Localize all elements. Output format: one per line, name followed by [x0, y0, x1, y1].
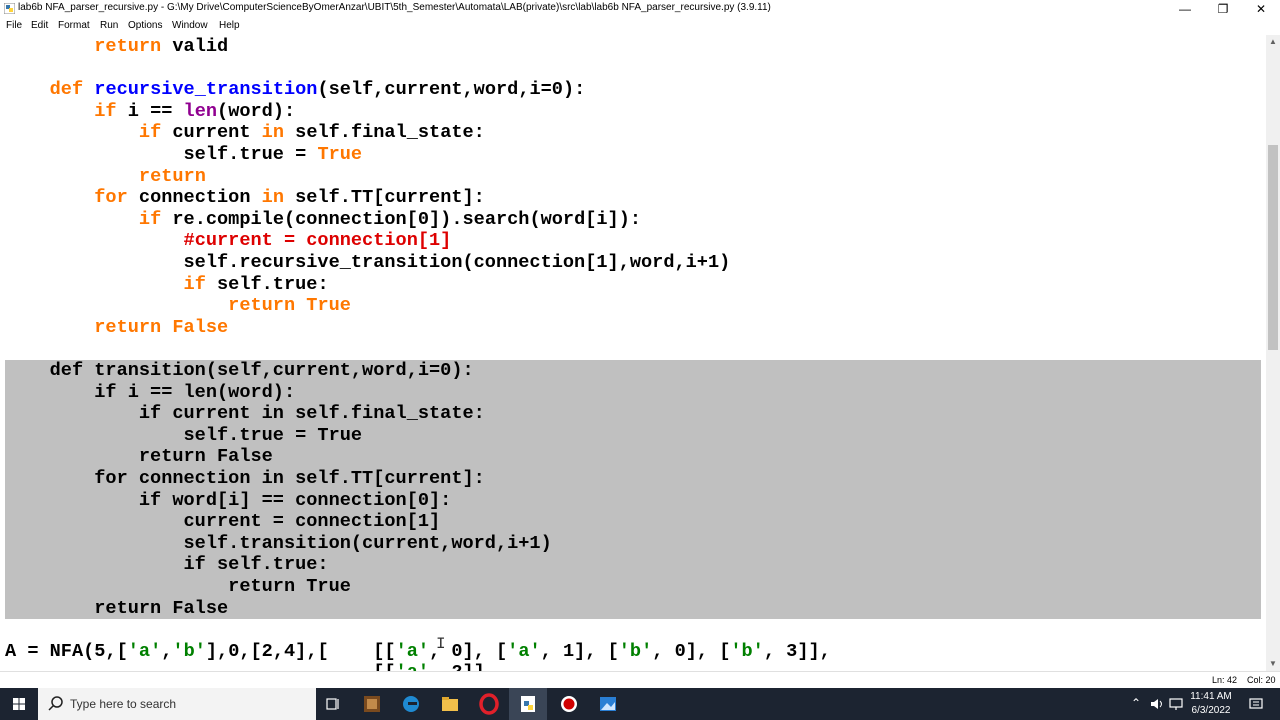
- status-col: Col: 20: [1247, 675, 1276, 685]
- volume-icon[interactable]: [1150, 697, 1164, 711]
- menu-window[interactable]: Window: [172, 20, 208, 31]
- code-line: A = NFA(5,['a','b'],0,[2,4],[ [['a', 0],…: [5, 640, 831, 662]
- menu-options[interactable]: Options: [128, 20, 162, 31]
- vertical-scrollbar[interactable]: ▲ ▼: [1266, 35, 1280, 671]
- opera-icon: [479, 693, 499, 715]
- code-line: self.true = True: [5, 144, 363, 165]
- scrollbar-thumb[interactable]: [1268, 145, 1278, 350]
- maximize-button[interactable]: ❐: [1204, 0, 1242, 18]
- text-cursor-icon: I: [436, 635, 446, 653]
- code-line: if current in self.final_state:: [5, 403, 485, 425]
- clock-date: 6/3/2022: [1191, 705, 1231, 716]
- code-line: self.transition(current,word,i+1): [5, 532, 552, 554]
- code-line: [['a', 2]],: [5, 662, 496, 671]
- taskbar-opera[interactable]: [470, 688, 508, 720]
- code-line: current = connection[1]: [5, 511, 441, 533]
- code-editor[interactable]: return valid def recursive_transition(se…: [0, 35, 1266, 671]
- code-line: if word[i] == connection[0]:: [5, 489, 452, 511]
- status-line: Ln: 42: [1212, 675, 1238, 685]
- code-line: return True: [5, 576, 351, 597]
- taskbar-photos[interactable]: [589, 688, 627, 720]
- windows-taskbar: Type here to search ⌃ 11:41 AM 6/3/2022: [0, 688, 1280, 720]
- taskbar-recorder[interactable]: [550, 688, 588, 720]
- code-line: def recursive_transition(self,current,wo…: [49, 79, 586, 101]
- menu-edit[interactable]: Edit: [31, 20, 48, 31]
- record-icon: [561, 696, 577, 712]
- menu-help[interactable]: Help: [219, 20, 240, 31]
- code-line: if self.true:: [5, 554, 329, 576]
- code-line: for connection in self.TT[current]:: [5, 468, 485, 489]
- task-view-icon: [326, 698, 339, 710]
- network-icon[interactable]: [1169, 697, 1183, 711]
- code-line: if self.true:: [183, 273, 329, 295]
- code-line: for connection in self.TT[current]:: [94, 187, 485, 209]
- search-icon: [48, 696, 63, 711]
- taskbar-idle[interactable]: [509, 688, 547, 720]
- taskbar-edge[interactable]: [392, 688, 430, 720]
- code-line: if i == len(word):: [94, 100, 296, 122]
- scroll-up-arrow-icon[interactable]: ▲: [1266, 35, 1280, 49]
- tray-chevron-up-icon[interactable]: ⌃: [1131, 696, 1141, 710]
- photos-icon: [600, 697, 616, 711]
- code-line: return True: [228, 295, 351, 317]
- clock-time: 11:41 AM: [1190, 691, 1232, 702]
- windows-logo-icon: [13, 698, 25, 710]
- search-placeholder: Type here to search: [70, 697, 177, 711]
- task-view-button[interactable]: [314, 688, 352, 720]
- python-idle-icon: [521, 696, 535, 712]
- code-line: return False: [94, 316, 229, 338]
- scroll-down-arrow-icon[interactable]: ▼: [1266, 657, 1280, 671]
- menu-file[interactable]: File: [6, 20, 22, 31]
- code-line: #current = connection[1]: [183, 230, 452, 252]
- code-line: if i == len(word):: [5, 381, 296, 403]
- taskbar-file-explorer[interactable]: [431, 688, 469, 720]
- code-line: return False: [5, 597, 229, 619]
- code-line: return: [138, 165, 206, 187]
- menu-run[interactable]: Run: [100, 20, 118, 31]
- folder-icon: [442, 697, 458, 711]
- status-bar: Ln: 42 Col: 20: [0, 671, 1280, 689]
- start-button[interactable]: [0, 688, 38, 720]
- code-line: return False: [5, 446, 273, 468]
- menu-bar: File Edit Format Run Options Window Help: [0, 18, 1280, 35]
- code-line: return valid: [94, 36, 229, 57]
- app-icon-brown: [364, 696, 380, 712]
- edge-icon: [403, 696, 419, 712]
- python-idle-icon: [4, 3, 15, 14]
- taskbar-app-1[interactable]: [353, 688, 391, 720]
- minimize-button[interactable]: —: [1166, 0, 1204, 18]
- notification-icon[interactable]: [1248, 696, 1264, 712]
- code-line: if current in self.final_state:: [138, 122, 485, 144]
- close-button[interactable]: ✕: [1242, 0, 1280, 18]
- code-line: self.true = True: [5, 424, 363, 446]
- menu-format[interactable]: Format: [58, 20, 90, 31]
- code-line: self.recursive_transition(connection[1],…: [5, 252, 731, 273]
- window-titlebar[interactable]: lab6b NFA_parser_recursive.py - G:\My Dr…: [0, 0, 1280, 18]
- code-line: if re.compile(connection[0]).search(word…: [138, 208, 642, 230]
- taskbar-search-box[interactable]: Type here to search: [38, 688, 316, 720]
- code-line: def transition(self,current,word,i=0):: [5, 360, 474, 381]
- window-title: lab6b NFA_parser_recursive.py - G:\My Dr…: [18, 2, 771, 13]
- taskbar-clock[interactable]: 11:41 AM 6/3/2022: [1186, 690, 1236, 718]
